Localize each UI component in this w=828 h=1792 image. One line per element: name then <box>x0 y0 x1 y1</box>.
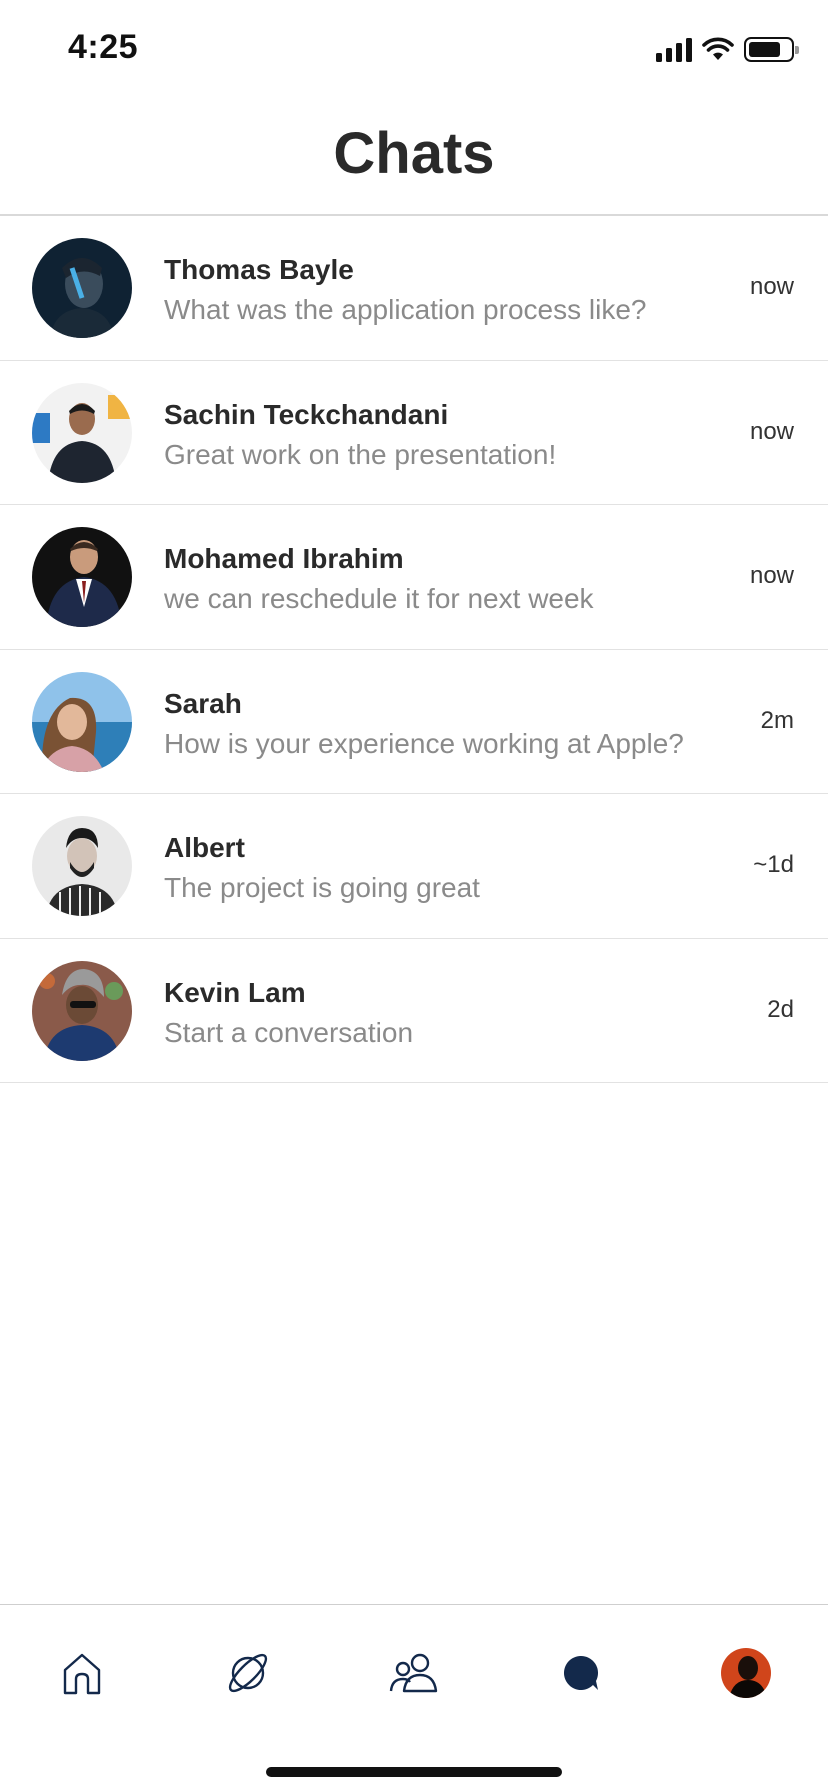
planet-icon <box>228 1653 268 1693</box>
chat-time: 2m <box>760 706 794 734</box>
tab-chats[interactable] <box>550 1643 610 1703</box>
avatar <box>32 527 132 627</box>
battery-icon <box>744 36 799 62</box>
status-icons <box>656 34 799 64</box>
chat-time: now <box>749 417 794 445</box>
avatar <box>32 238 132 338</box>
wifi-icon <box>702 37 734 60</box>
page-title: Chats <box>333 121 495 186</box>
header: Chats <box>0 100 828 216</box>
people-icon <box>389 1653 438 1693</box>
chat-name: Mohamed Ibrahim <box>164 543 404 574</box>
chat-name: Sachin Teckchandani <box>164 398 449 430</box>
chat-name: Thomas Bayle <box>164 254 354 285</box>
chat-time: ~1d <box>753 851 794 878</box>
chat-preview: How is your experience working at Apple? <box>164 727 684 759</box>
chat-preview: Start a conversation <box>164 1016 414 1048</box>
avatar <box>32 671 132 772</box>
chat-row-mohamed-ibrahim[interactable]: Mohamed Ibrahim we can reschedule it for… <box>0 505 828 650</box>
chat-bubble-icon <box>563 1655 599 1690</box>
chat-list: Thomas Bayle What was the application pr… <box>0 216 828 1083</box>
chat-preview: The project is going great <box>164 872 480 903</box>
tab-bar <box>0 1604 828 1792</box>
tab-home[interactable] <box>52 1643 112 1703</box>
chat-row-thomas-bayle[interactable]: Thomas Bayle What was the application pr… <box>0 216 828 361</box>
chat-name: Albert <box>164 832 245 863</box>
tab-network[interactable] <box>384 1643 444 1703</box>
chat-time: now <box>749 562 794 589</box>
avatar <box>32 960 132 1061</box>
tab-explore[interactable] <box>218 1643 278 1703</box>
chat-row-kevin-lam[interactable]: Kevin Lam Start a conversation 2d <box>0 939 828 1083</box>
chat-name: Kevin Lam <box>164 976 306 1008</box>
home-indicator <box>266 1767 562 1777</box>
chat-row-albert[interactable]: Albert The project is going great ~1d <box>0 794 828 939</box>
avatar <box>32 816 132 916</box>
chat-time: now <box>749 273 794 300</box>
home-icon <box>63 1653 101 1695</box>
chats-screen: 4:25 Chats Thomas Bayle What was the app… <box>0 0 828 1792</box>
chat-preview: Great work on the presentation! <box>164 438 557 470</box>
chat-preview: What was the application process like? <box>164 294 647 325</box>
profile-avatar <box>721 1648 771 1698</box>
chat-preview: we can reschedule it for next week <box>164 583 594 614</box>
chat-time: 2d <box>767 995 794 1023</box>
chat-row-sarah[interactable]: Sarah How is your experience working at … <box>0 650 828 794</box>
tab-profile[interactable] <box>716 1643 776 1703</box>
status-time: 4:25 <box>68 28 139 66</box>
cellular-signal-icon <box>656 36 692 62</box>
chat-name: Sarah <box>164 687 242 719</box>
chat-row-sachin-teckchandani[interactable]: Sachin Teckchandani Great work on the pr… <box>0 361 828 505</box>
status-bar: 4:25 <box>0 0 828 100</box>
avatar <box>32 382 132 483</box>
